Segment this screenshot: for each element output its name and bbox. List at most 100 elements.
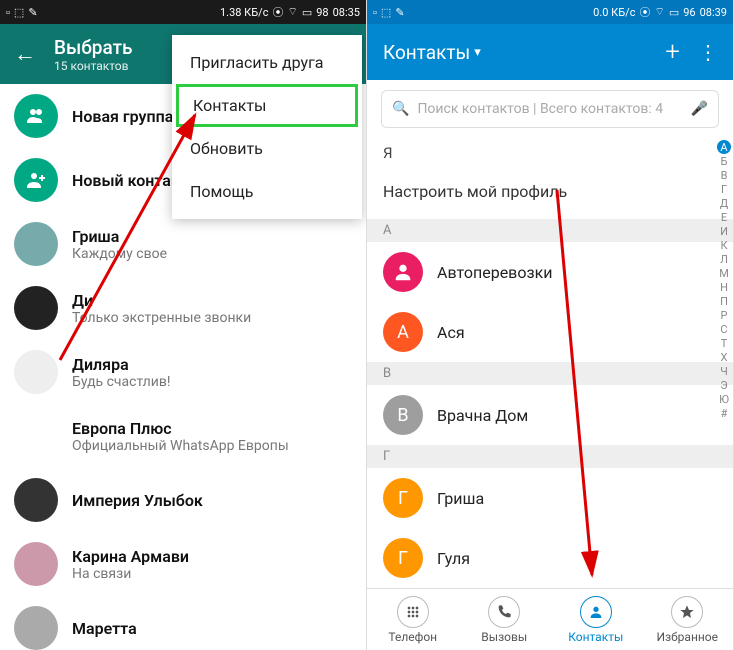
- section-letter: Г: [367, 445, 733, 468]
- contact-name: Автоперевозки: [437, 263, 552, 282]
- location-icon: ⦿: [639, 4, 650, 20]
- page-subtitle: 15 контактов: [54, 59, 133, 73]
- contact-row[interactable]: Маретта: [0, 596, 366, 650]
- menu-item[interactable]: Контакты: [176, 84, 358, 127]
- index-letter[interactable]: Т: [721, 337, 728, 350]
- contact-row[interactable]: Автоперевозки: [367, 242, 733, 302]
- broom-icon: ✎: [28, 6, 37, 19]
- status-bar: ▫ ⬚ ✎ 1.38 КБ/с ⦿ ⌔ ▭ 98 08:35: [0, 0, 366, 24]
- page-title: Выбрать: [54, 36, 133, 59]
- index-letter[interactable]: М: [719, 267, 729, 280]
- add-person-icon: [14, 158, 58, 202]
- avatar: [14, 350, 58, 394]
- contact-row[interactable]: ААся: [367, 302, 733, 362]
- index-letter[interactable]: Л: [720, 253, 728, 266]
- tab-star[interactable]: Избранное: [642, 589, 734, 650]
- contact-name: Карина Армави: [72, 547, 189, 566]
- net-speed: 0.0 КБ/с: [593, 6, 635, 19]
- index-letter[interactable]: П: [720, 295, 728, 308]
- index-letter[interactable]: С: [720, 323, 727, 336]
- contact-row[interactable]: ВВрачна Дом: [367, 385, 733, 445]
- tab-handset[interactable]: Вызовы: [459, 589, 551, 650]
- tab-person[interactable]: Контакты: [550, 589, 642, 650]
- menu-item[interactable]: Обновить: [172, 127, 362, 170]
- contact-name: Европа Плюс: [72, 419, 289, 438]
- contact-row[interactable]: ДиТолько экстренные звонки: [0, 276, 366, 340]
- tab-label: Телефон: [388, 630, 437, 644]
- search-icon: 🔍: [392, 101, 409, 117]
- group-icon: [14, 94, 58, 138]
- battery-pct: 98: [316, 6, 328, 19]
- index-letter[interactable]: Ю: [719, 393, 729, 406]
- contact-row[interactable]: ГришаКаждому свое: [0, 212, 366, 276]
- contact-row[interactable]: Империя Улыбок: [0, 468, 366, 532]
- contact-status: Каждому свое: [72, 246, 167, 262]
- index-letter[interactable]: Е: [721, 211, 727, 224]
- index-letter[interactable]: Н: [720, 281, 728, 294]
- more-menu-button[interactable]: ⋮: [698, 47, 717, 57]
- battery-icon: ▭: [669, 6, 679, 19]
- header-title[interactable]: Контакты: [383, 41, 470, 64]
- contact-name: Гриша: [437, 489, 484, 508]
- mic-icon[interactable]: 🎤: [691, 101, 708, 117]
- contact-status: Официальный WhatsApp Европы: [72, 438, 289, 454]
- avatar: [14, 606, 58, 650]
- wifi-icon: ⌔: [654, 5, 664, 19]
- clock: 08:35: [333, 6, 360, 19]
- index-letter[interactable]: В: [721, 169, 728, 182]
- contact-row[interactable]: ДиляраБудь счастлив!: [0, 340, 366, 404]
- contact-row[interactable]: Карина АрмавиНа связи: [0, 532, 366, 596]
- contact-row[interactable]: Европа ПлюсОфициальный WhatsApp Европы: [0, 404, 366, 468]
- index-letter[interactable]: Э: [720, 379, 727, 392]
- contact-name: Гриша: [72, 227, 167, 246]
- avatar: [14, 478, 58, 522]
- contact-status: Только экстренные звонки: [72, 310, 251, 326]
- location-icon: ⦿: [272, 4, 283, 20]
- signal-icon: ▫: [6, 6, 10, 19]
- index-letter[interactable]: #: [721, 407, 728, 420]
- index-letter[interactable]: Б: [721, 155, 728, 168]
- person-icon: [580, 596, 612, 628]
- section-letter: А: [367, 219, 733, 242]
- bottom-nav: Телефон Вызовы Контакты Избранное: [367, 588, 733, 650]
- back-button[interactable]: ←: [14, 41, 36, 67]
- avatar: [383, 252, 423, 292]
- add-contact-button[interactable]: +: [665, 37, 680, 67]
- menu-item[interactable]: Пригласить друга: [172, 41, 362, 84]
- contact-name: Маретта: [72, 619, 137, 638]
- contact-row[interactable]: Г Гриша: [367, 468, 733, 528]
- index-letter[interactable]: А: [717, 140, 731, 154]
- wifi-icon: ⌔: [287, 5, 297, 19]
- index-letter[interactable]: Г: [721, 183, 727, 196]
- contact-name: Империя Улыбок: [72, 491, 203, 510]
- search-input[interactable]: 🔍 Поиск контактов | Всего контактов: 4 🎤: [381, 90, 719, 128]
- contact-name: Новая группа: [72, 107, 173, 126]
- contact-name: Ася: [437, 323, 465, 342]
- tab-dialpad[interactable]: Телефон: [367, 589, 459, 650]
- avatar: [14, 222, 58, 266]
- index-letter[interactable]: Х: [721, 351, 728, 364]
- tab-label: Избранное: [656, 630, 718, 644]
- contact-status: На связи: [72, 566, 189, 582]
- contacts-screen: ▫ ⬚ ✎ 0.0 КБ/с ⦿ ⌔ ▭ 96 08:39 Контакты ▾…: [367, 0, 734, 650]
- contact-row[interactable]: ГГуля: [367, 528, 733, 588]
- avatar: [14, 542, 58, 586]
- index-letter[interactable]: И: [720, 225, 728, 238]
- tab-label: Вызовы: [481, 630, 527, 644]
- alpha-index[interactable]: АБВГДЕИКЛМНПРСТХЧЭЮ#: [717, 140, 731, 420]
- setup-profile-row[interactable]: Настроить мой профиль: [367, 168, 733, 219]
- dialpad-icon: [397, 596, 429, 628]
- star-icon: [671, 596, 703, 628]
- index-letter[interactable]: Р: [721, 309, 728, 322]
- avatar: [14, 414, 58, 458]
- menu-item[interactable]: Помощь: [172, 170, 362, 213]
- avatar: В: [383, 395, 423, 435]
- index-letter[interactable]: Д: [720, 197, 728, 210]
- sim-icon: ⬚: [381, 6, 391, 19]
- avatar: Г: [383, 478, 423, 518]
- index-letter[interactable]: Ч: [720, 365, 728, 378]
- chevron-down-icon[interactable]: ▾: [474, 45, 481, 60]
- index-letter[interactable]: К: [720, 239, 727, 252]
- contact-name: Диляра: [72, 355, 170, 374]
- section-letter: В: [367, 362, 733, 385]
